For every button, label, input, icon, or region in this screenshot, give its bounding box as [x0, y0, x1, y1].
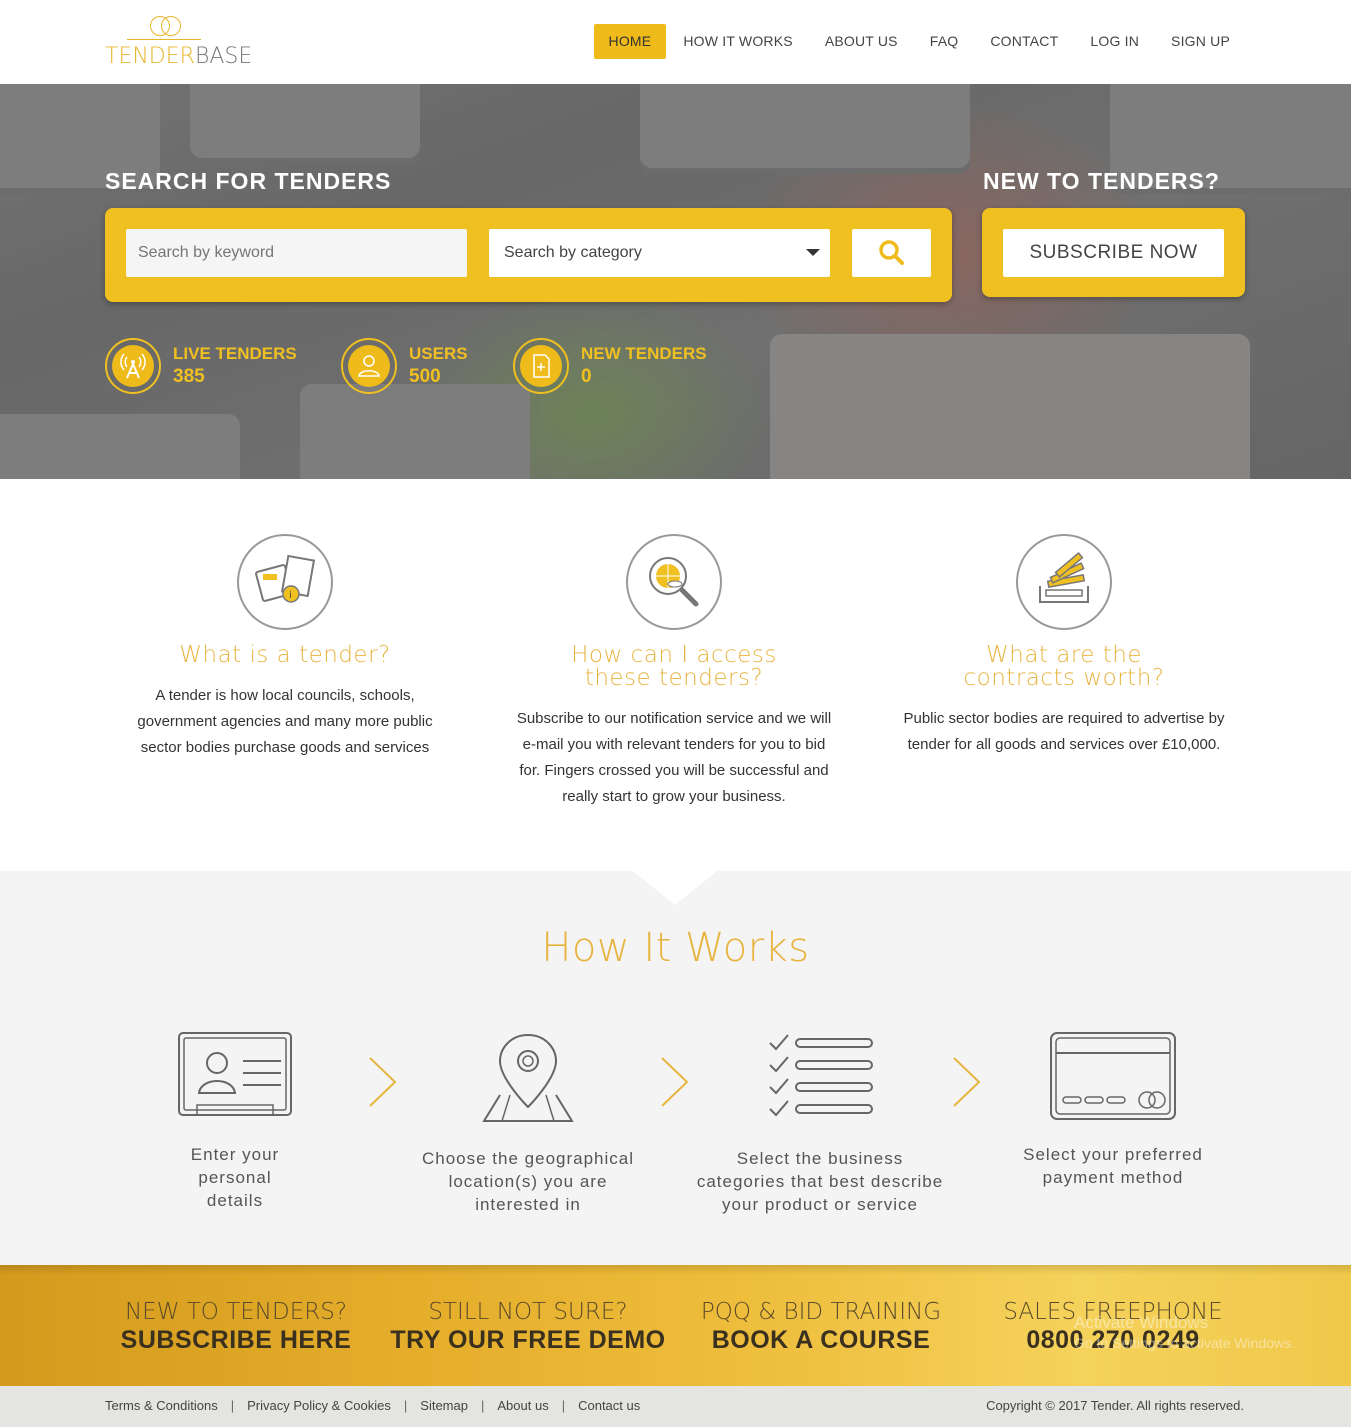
tenderbase-logo[interactable]: TENDERBASE [105, 14, 252, 70]
subscribe-now-button[interactable]: SUBSCRIBE NOW [1003, 229, 1224, 277]
caret-down-icon [806, 249, 820, 256]
chevron-right-icon [369, 1057, 397, 1107]
stat-value: 0 [581, 366, 592, 387]
nav-log-in[interactable]: LOG IN [1075, 24, 1154, 59]
stat-label: USERS [409, 344, 468, 363]
step-text: Select the business categories that best… [696, 1149, 944, 1214]
step-categories: Select the business categories that best… [695, 1031, 945, 1216]
nav-contact[interactable]: CONTACT [975, 24, 1073, 59]
magnifier-globe-icon [626, 534, 722, 630]
category-select[interactable]: Search by category [489, 229, 830, 277]
stat-label: LIVE TENDERS [173, 344, 297, 363]
user-icon [348, 345, 390, 387]
info-section: i What is a tender? A tender is how loca… [0, 479, 1351, 871]
cta-subtitle: NEW TO TENDERS? [124, 1299, 348, 1325]
credit-card-icon [1050, 1032, 1176, 1120]
footer-link-terms[interactable]: Terms & Conditions [105, 1398, 218, 1413]
id-card-icon [178, 1032, 292, 1116]
footer-link-sitemap[interactable]: Sitemap [420, 1398, 468, 1413]
documents-icon: i [237, 534, 333, 630]
cta-training[interactable]: PQQ & BID TRAINING BOOK A COURSE [681, 1298, 961, 1354]
logo-text-base: BASE [194, 44, 253, 69]
cta-subtitle: STILL NOT SURE? [428, 1299, 628, 1325]
step-location: Choose the geographical location(s) you … [403, 1031, 653, 1216]
checklist-icon [769, 1034, 873, 1117]
step-text: Select your preferred payment method [1023, 1145, 1203, 1187]
site-header: TENDERBASE HOME HOW IT WORKS ABOUT US FA… [0, 0, 1351, 84]
main-nav: HOME HOW IT WORKS ABOUT US FAQ CONTACT L… [592, 24, 1245, 59]
new-to-tenders-title: NEW TO TENDERS? [983, 168, 1220, 194]
cta-link[interactable]: TRY OUR FREE DEMO [388, 1326, 668, 1354]
info-text: Subscribe to our notification service an… [516, 710, 832, 805]
step-personal-details: Enter your personal details [110, 1031, 360, 1212]
info-title: What is a tender? [179, 642, 391, 668]
map-pin-icon [482, 1033, 574, 1122]
info-how-to-access: How can I access these tenders? Subscrib… [504, 534, 844, 810]
svg-text:i: i [289, 590, 292, 601]
stat-value: 385 [173, 366, 205, 387]
cta-demo[interactable]: STILL NOT SURE? TRY OUR FREE DEMO [388, 1298, 668, 1354]
stat-label: NEW TENDERS [581, 344, 707, 363]
stat-value: 500 [409, 366, 441, 387]
site-footer: Terms & Conditions | Privacy Policy & Coo… [0, 1386, 1351, 1427]
footer-link-about[interactable]: About us [497, 1398, 548, 1413]
windows-activation-watermark: Activate Windows [1074, 1313, 1209, 1332]
subscribe-panel: SUBSCRIBE NOW [982, 208, 1245, 297]
nav-about-us[interactable]: ABOUT US [810, 24, 913, 59]
category-select-value: Search by category [504, 244, 642, 261]
cta-subscribe[interactable]: NEW TO TENDERS? SUBSCRIBE HERE [96, 1298, 376, 1354]
info-contract-worth: What are the contracts worth? Public sec… [894, 534, 1234, 758]
cta-link[interactable]: BOOK A COURSE [681, 1326, 961, 1354]
nav-home[interactable]: HOME [593, 24, 667, 59]
nav-sign-up[interactable]: SIGN UP [1156, 24, 1245, 59]
broadcast-icon [112, 345, 154, 387]
how-it-works-title: How It Works [541, 925, 810, 971]
logo-text-tender: TENDER [105, 44, 195, 69]
windows-activation-watermark-sub: Go to Settings to activate Windows. [1074, 1335, 1295, 1351]
info-title: How can I access these tenders? [571, 642, 777, 691]
search-title: SEARCH FOR TENDERS [105, 168, 392, 194]
hero-banner: SEARCH FOR TENDERS NEW TO TENDERS? Searc… [0, 84, 1351, 479]
step-text: Choose the geographical location(s) you … [421, 1149, 635, 1214]
nav-how-it-works[interactable]: HOW IT WORKS [668, 24, 807, 59]
copyright: Copyright © 2017 Tender. All rights rese… [986, 1398, 1244, 1413]
step-text: Enter your personal details [190, 1145, 280, 1210]
chevron-right-icon [953, 1057, 981, 1107]
chevron-right-icon [661, 1057, 689, 1107]
search-icon [879, 240, 904, 265]
info-what-is-tender: i What is a tender? A tender is how loca… [115, 534, 455, 761]
footer-link-privacy[interactable]: Privacy Policy & Cookies [247, 1398, 391, 1413]
keyword-search-input[interactable] [126, 229, 467, 277]
footer-links: Terms & Conditions | Privacy Policy & Coo… [105, 1398, 641, 1413]
info-text: A tender is how local councils, schools,… [137, 687, 433, 756]
nav-faq[interactable]: FAQ [915, 24, 974, 59]
cta-link[interactable]: SUBSCRIBE HERE [96, 1326, 376, 1354]
new-document-icon [520, 345, 562, 387]
search-button[interactable] [852, 229, 931, 277]
info-text: Public sector bodies are required to adv… [903, 710, 1225, 753]
search-panel: Search by category [105, 208, 952, 302]
money-tray-icon [1016, 534, 1112, 630]
footer-link-contact[interactable]: Contact us [578, 1398, 640, 1413]
how-it-works-section: How It Works Enter your personal details… [0, 871, 1351, 1265]
info-title: What are the contracts worth? [963, 642, 1165, 691]
cta-subtitle: PQQ & BID TRAINING [700, 1299, 942, 1325]
step-payment: Select your preferred payment method [988, 1031, 1238, 1189]
